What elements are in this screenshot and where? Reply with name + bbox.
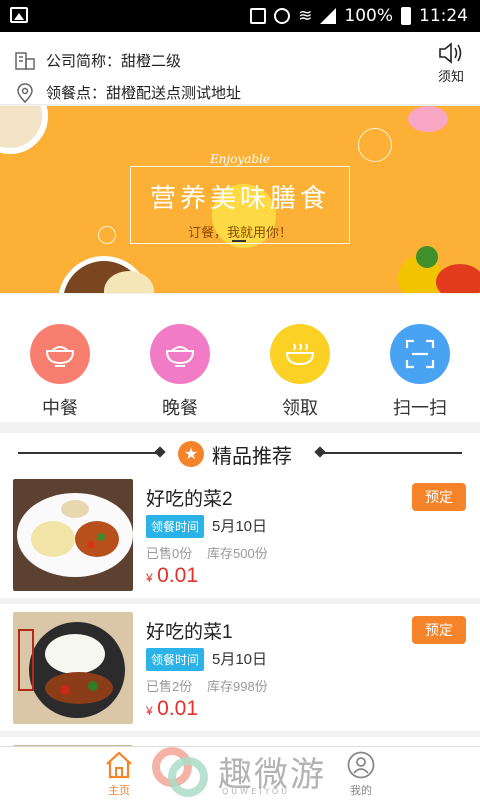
category-pickup[interactable]: 领取 xyxy=(255,324,345,420)
company-row: 公司简称：甜橙二级 xyxy=(14,50,181,71)
category-label: 晚餐 xyxy=(162,398,198,418)
wifi-icon: ≋ xyxy=(298,6,313,26)
status-icons: ≋ 100% 11:24 xyxy=(250,6,468,26)
banner-dash xyxy=(232,240,246,242)
home-icon xyxy=(106,751,132,779)
product-list: 好吃的菜2 领餐时间 5月10日 已售0份 库存500份 ¥ 0.01 预定 好… xyxy=(0,471,480,785)
divider xyxy=(322,452,462,454)
pickup-row[interactable]: 领餐点：甜橙配送点测试地址 xyxy=(14,82,241,103)
reserve-button[interactable]: 预定 xyxy=(412,616,466,644)
donut-image xyxy=(408,106,448,132)
user-icon xyxy=(347,751,375,779)
product-card[interactable]: 好吃的菜1 领餐时间 5月10日 已售2份 库存998份 ¥ 0.01 预定 xyxy=(0,604,480,737)
stock-count: 库存998份 xyxy=(207,679,268,694)
product-image xyxy=(13,612,133,724)
signal-icon xyxy=(320,8,337,24)
banner-subtitle: 订餐，我就用你！ xyxy=(187,225,292,240)
category-row: 中餐 晚餐 领取 扫一扫 xyxy=(0,294,480,422)
category-lunch[interactable]: 中餐 xyxy=(15,324,105,420)
category-label: 中餐 xyxy=(42,398,78,418)
company-name: 公司简称：甜橙二级 xyxy=(46,53,182,70)
price-value: 0.01 xyxy=(157,697,199,720)
section-title: 精品推荐 xyxy=(212,446,292,468)
watermark-subtext: QUWEIYOU xyxy=(222,787,291,796)
battery-percent: 100% xyxy=(344,6,393,26)
section-heading: ★ 精品推荐 xyxy=(0,433,480,471)
category-dinner[interactable]: 晚餐 xyxy=(135,324,225,420)
fruit-image xyxy=(416,246,438,268)
product-name: 好吃的菜2 xyxy=(146,489,233,510)
currency-symbol: ¥ xyxy=(146,704,153,718)
status-bar: ≋ 100% 11:24 xyxy=(0,0,480,32)
nav-home-label: 主页 xyxy=(108,785,130,797)
price: ¥ 0.01 xyxy=(146,697,198,721)
product-image xyxy=(13,479,133,591)
nav-home[interactable]: 主页 xyxy=(96,751,142,798)
product-name: 好吃的菜1 xyxy=(146,622,233,643)
vibrate-icon xyxy=(274,8,291,24)
building-icon xyxy=(15,51,35,70)
price: ¥ 0.01 xyxy=(146,564,198,588)
pickup-point: 领餐点：甜橙配送点测试地址 xyxy=(46,85,242,102)
notice-button[interactable]: 须知 xyxy=(436,42,466,85)
star-icon: ★ xyxy=(178,441,204,467)
stock-count: 库存500份 xyxy=(207,546,268,561)
reserve-button[interactable]: 预定 xyxy=(412,483,466,511)
category-label: 领取 xyxy=(282,398,318,418)
logo-icon xyxy=(152,747,208,797)
food-plate-image xyxy=(0,106,48,154)
nav-mine-label: 我的 xyxy=(350,785,372,797)
pickup-time-badge: 领餐时间 xyxy=(146,648,205,671)
nav-mine[interactable]: 我的 xyxy=(338,751,384,798)
clock: 11:24 xyxy=(419,6,468,26)
nfc-icon xyxy=(250,8,267,24)
notice-label: 须知 xyxy=(437,69,464,84)
fruit-image xyxy=(436,264,480,293)
speaker-icon xyxy=(439,42,462,64)
category-scan[interactable]: 扫一扫 xyxy=(375,324,465,420)
product-card[interactable]: 好吃的菜2 领餐时间 5月10日 已售0份 库存500份 ¥ 0.01 预定 xyxy=(0,471,480,604)
divider xyxy=(18,452,158,454)
divider-diamond xyxy=(154,446,166,458)
bottom-nav: 主页 趣微游 QUWEIYOU 我的 xyxy=(0,746,480,800)
header: 公司简称：甜橙二级 领餐点：甜橙配送点测试地址 须知 xyxy=(0,32,480,105)
currency-symbol: ¥ xyxy=(146,571,153,585)
rice-bowl-icon xyxy=(150,324,210,384)
soup-bowl-icon xyxy=(270,324,330,384)
battery-icon xyxy=(401,7,411,25)
price-value: 0.01 xyxy=(157,564,199,587)
rice-bowl-icon xyxy=(30,324,90,384)
pickup-date: 5月10日 xyxy=(212,518,268,535)
scan-icon xyxy=(390,324,450,384)
promo-banner[interactable]: Enjoyable 营养美味膳食 订餐，我就用你！ xyxy=(0,106,480,293)
banner-tagline: Enjoyable xyxy=(210,152,270,166)
banner-title: 营养美味膳食 xyxy=(149,183,330,213)
pickup-date: 5月10日 xyxy=(212,651,268,668)
sold-count: 已售0份 xyxy=(146,546,193,561)
watermark-logo: 趣微游 QUWEIYOU xyxy=(150,745,340,800)
pickup-time-badge: 领餐时间 xyxy=(146,515,205,538)
category-label: 扫一扫 xyxy=(393,398,447,418)
location-pin-icon xyxy=(17,82,33,103)
image-notification-icon xyxy=(10,7,28,23)
sold-count: 已售2份 xyxy=(146,679,193,694)
